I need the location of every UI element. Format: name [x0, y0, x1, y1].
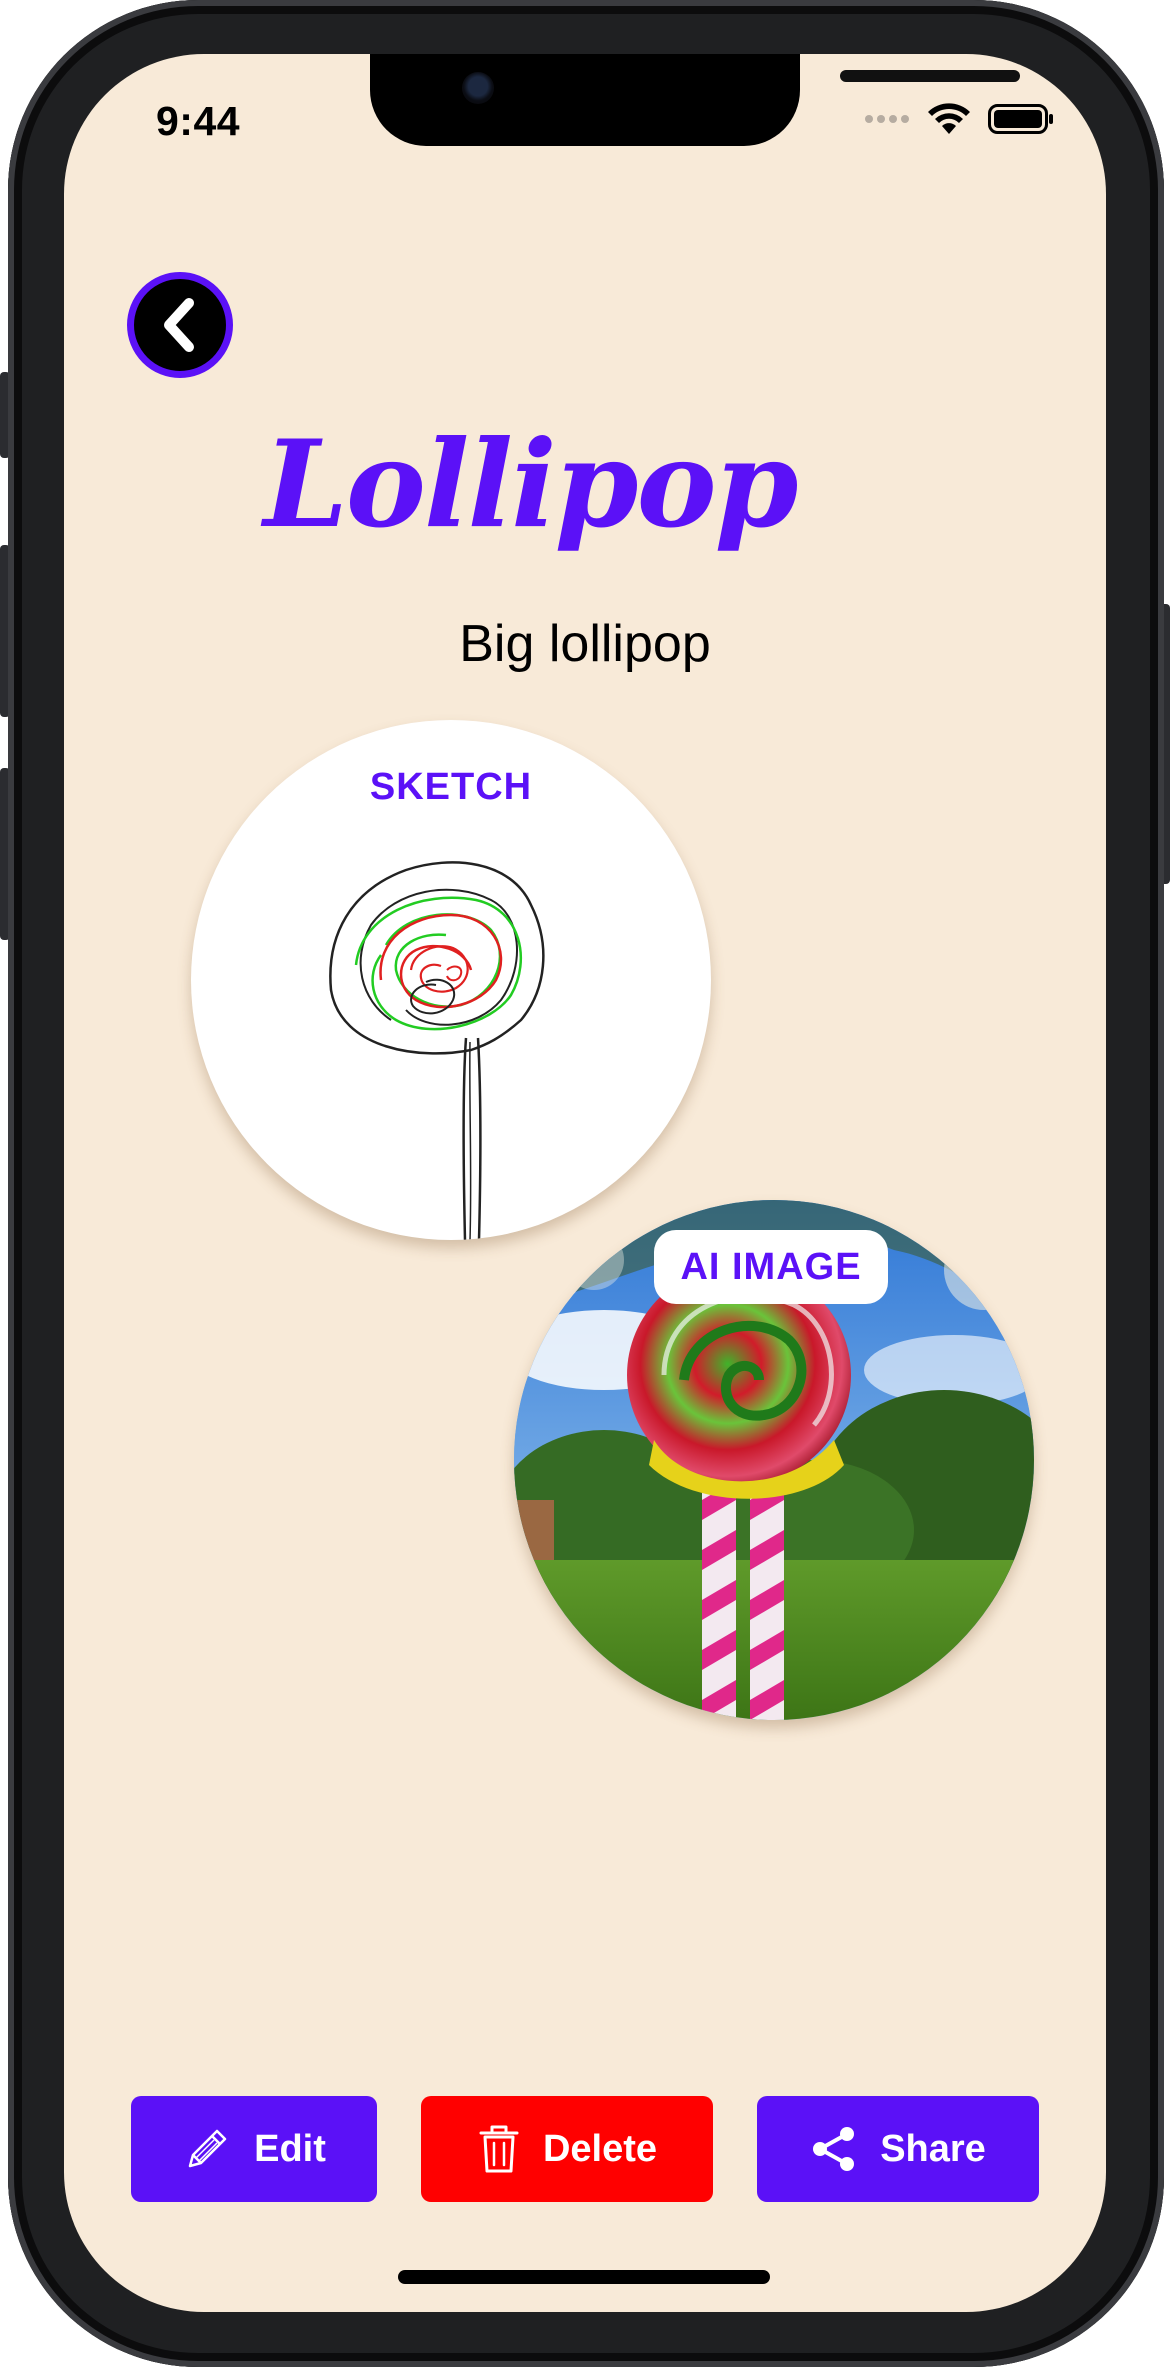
chevron-left-icon	[164, 298, 194, 352]
speaker-grille	[840, 70, 1020, 82]
artwork-description: Big lollipop	[459, 615, 711, 673]
pencil-icon	[188, 2129, 227, 2168]
wifi-icon	[928, 103, 970, 134]
ai-image-label: AI IMAGE	[680, 1245, 862, 1288]
trash-icon	[479, 2125, 519, 2173]
cellular-signal-icon	[865, 115, 909, 123]
delete-label: Delete	[542, 2127, 658, 2170]
battery-icon	[988, 104, 1053, 134]
sketch-drawing	[329, 861, 545, 1240]
delete-button[interactable]: Delete	[421, 2096, 713, 2202]
phone-device: 9:44 Lollipop Big lollipop SKETCH AI IMA…	[0, 0, 1170, 2367]
share-button[interactable]: Share	[757, 2096, 1039, 2202]
artwork-title: Lollipop	[263, 414, 798, 555]
action-bar: Edit Delete Share	[64, 2096, 1106, 2202]
status-icons	[864, 102, 1054, 136]
status-time: 9:44	[156, 98, 241, 144]
app-screen: 9:44 Lollipop Big lollipop SKETCH AI IMA…	[64, 54, 1106, 2312]
front-camera	[462, 72, 494, 104]
ai-image-bubble[interactable]: AI IMAGE	[514, 1200, 1034, 1720]
back-button[interactable]	[127, 272, 233, 378]
edit-button[interactable]: Edit	[131, 2096, 377, 2202]
share-icon	[813, 2127, 855, 2171]
sketch-bubble[interactable]: SKETCH	[191, 720, 711, 1240]
share-label: Share	[880, 2127, 986, 2170]
ai-image-label-pill: AI IMAGE	[654, 1230, 888, 1304]
notch	[370, 54, 1020, 146]
home-indicator[interactable]	[398, 2270, 770, 2284]
edit-label: Edit	[254, 2127, 326, 2170]
